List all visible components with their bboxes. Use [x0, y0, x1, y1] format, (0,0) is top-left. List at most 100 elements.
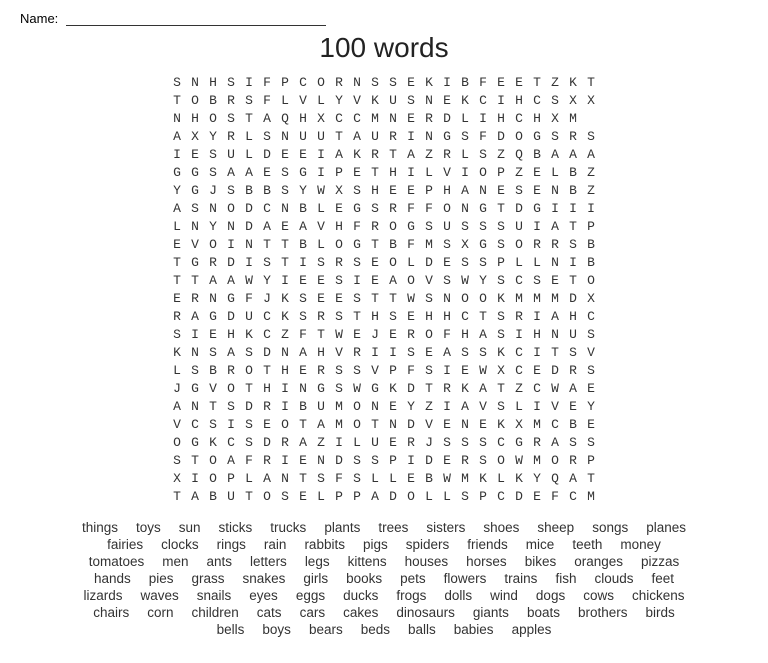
grid-cell: Y	[402, 398, 420, 416]
grid-cell: N	[204, 200, 222, 218]
grid-cell: R	[330, 74, 348, 92]
grid-cell: V	[186, 236, 204, 254]
grid-cell: N	[222, 218, 240, 236]
grid-cell: S	[474, 254, 492, 272]
grid-cell: E	[438, 254, 456, 272]
grid-cell: S	[420, 362, 438, 380]
grid-cell: K	[240, 326, 258, 344]
word-item: pizzas	[641, 554, 679, 569]
grid-cell: N	[348, 74, 366, 92]
word-item: spiders	[406, 537, 450, 552]
grid-cell: S	[492, 236, 510, 254]
grid-cell: V	[582, 344, 600, 362]
grid-cell: N	[186, 74, 204, 92]
grid-cell: S	[438, 272, 456, 290]
word-row: thingstoyssunstickstrucksplantstreessist…	[82, 520, 686, 535]
name-underline[interactable]	[66, 10, 326, 26]
grid-cell: R	[330, 254, 348, 272]
grid-cell: S	[240, 416, 258, 434]
grid-cell: R	[222, 128, 240, 146]
grid-cell: K	[276, 308, 294, 326]
grid-cell: M	[564, 110, 582, 128]
grid-cell: E	[384, 326, 402, 344]
grid-cell: A	[258, 110, 276, 128]
grid-cell: E	[348, 326, 366, 344]
grid-cell: X	[546, 110, 564, 128]
word-item: boys	[262, 622, 291, 637]
grid-cell: X	[168, 470, 186, 488]
grid-cell: N	[546, 254, 564, 272]
grid-cell: F	[258, 74, 276, 92]
grid-cell: D	[546, 362, 564, 380]
grid-cell: S	[204, 344, 222, 362]
word-item: clouds	[594, 571, 633, 586]
grid-cell: T	[312, 326, 330, 344]
grid-cell: E	[528, 164, 546, 182]
grid-cell: C	[492, 434, 510, 452]
grid-cell: B	[204, 92, 222, 110]
word-item: pets	[400, 571, 426, 586]
grid-cell: W	[546, 380, 564, 398]
grid-cell: I	[294, 254, 312, 272]
word-item: legs	[305, 554, 330, 569]
grid-cell: S	[456, 488, 474, 506]
grid-cell: J	[258, 290, 276, 308]
grid-cell: E	[474, 416, 492, 434]
grid-cell: B	[204, 488, 222, 506]
grid-cell: F	[402, 362, 420, 380]
grid-cell: C	[528, 380, 546, 398]
grid-cell: O	[510, 236, 528, 254]
grid-cell: K	[510, 470, 528, 488]
grid-cell: R	[222, 362, 240, 380]
grid-cell: T	[366, 416, 384, 434]
grid-cell: G	[204, 308, 222, 326]
grid-cell: R	[222, 92, 240, 110]
grid-cell: A	[240, 164, 258, 182]
grid-cell: G	[528, 200, 546, 218]
grid-cell: F	[240, 452, 258, 470]
grid-cell: B	[258, 182, 276, 200]
grid-cell: R	[564, 362, 582, 380]
grid-cell: N	[438, 290, 456, 308]
grid-cell: C	[528, 92, 546, 110]
grid-cell: V	[330, 344, 348, 362]
word-row: fairiesclocksringsrainrabbitspigsspiders…	[107, 537, 661, 552]
grid-cell: E	[294, 146, 312, 164]
grid-cell: N	[456, 200, 474, 218]
grid-cell: F	[402, 236, 420, 254]
grid-cell: A	[456, 398, 474, 416]
grid-cell: H	[384, 164, 402, 182]
grid-cell: A	[186, 308, 204, 326]
grid-cell: S	[276, 164, 294, 182]
grid-cell: A	[168, 128, 186, 146]
grid-cell: S	[474, 344, 492, 362]
name-line: Name:	[20, 10, 748, 26]
grid-cell: A	[186, 488, 204, 506]
word-item: girls	[303, 571, 328, 586]
grid-cell: C	[510, 344, 528, 362]
grid-cell: R	[168, 308, 186, 326]
grid-cell: I	[438, 398, 456, 416]
grid-cell: P	[330, 488, 348, 506]
grid-cell: A	[294, 344, 312, 362]
grid-cell: A	[168, 200, 186, 218]
grid-cell: F	[330, 470, 348, 488]
grid-cell: S	[330, 308, 348, 326]
word-item: birds	[646, 605, 675, 620]
word-item: friends	[467, 537, 508, 552]
grid-cell: E	[492, 74, 510, 92]
word-item: bells	[217, 622, 245, 637]
grid-cell: S	[402, 92, 420, 110]
word-item: trees	[378, 520, 408, 535]
grid-cell: U	[564, 326, 582, 344]
grid-cell: L	[510, 254, 528, 272]
grid-cell: E	[402, 470, 420, 488]
word-item: dogs	[536, 588, 565, 603]
grid-cell: E	[330, 200, 348, 218]
grid-cell: O	[492, 452, 510, 470]
grid-cell: U	[294, 128, 312, 146]
grid-cell: J	[420, 434, 438, 452]
grid-cell: R	[384, 200, 402, 218]
grid-cell: A	[474, 380, 492, 398]
grid-cell: I	[222, 236, 240, 254]
